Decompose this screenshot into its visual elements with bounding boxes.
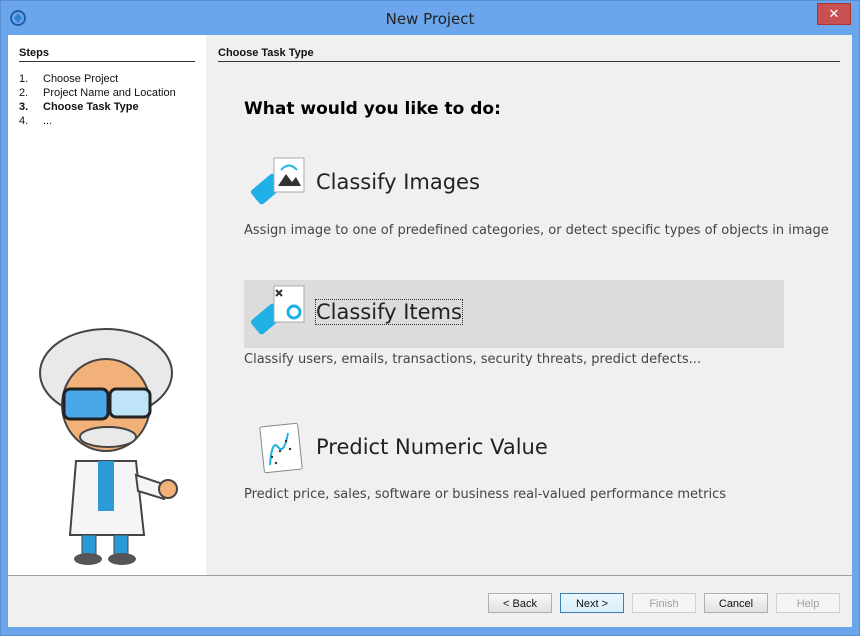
title-bar[interactable]: New Project ✕ (1, 1, 859, 35)
option-label: Classify Items (315, 299, 463, 325)
image-icon (250, 157, 305, 205)
option-classify-images[interactable]: Classify Images (244, 150, 784, 218)
help-button[interactable]: Help (776, 593, 840, 613)
option-predict-numeric-value[interactable]: Predict Numeric Value (244, 415, 784, 483)
finish-button[interactable]: Finish (632, 593, 696, 613)
option-label: Classify Images (316, 170, 480, 194)
step-item: 2. Project Name and Location (19, 87, 176, 99)
steps-header: Steps (19, 47, 195, 62)
main-panel: Choose Task Type What would you like to … (206, 35, 852, 575)
next-button[interactable]: Next > (560, 593, 624, 613)
option-description: Predict price, sales, software or busine… (244, 487, 726, 502)
option-classify-items[interactable]: Classify Items (244, 280, 784, 348)
close-button[interactable]: ✕ (817, 3, 851, 25)
new-project-window: New Project ✕ Steps 1. Choose Project 2. P… (0, 0, 860, 636)
chart-icon (259, 422, 303, 474)
step-item-current: 3. Choose Task Type (19, 101, 139, 113)
page-question: What would you like to do: (244, 99, 501, 119)
option-description: Classify users, emails, transactions, se… (244, 352, 702, 367)
scientist-mascot-illustration (39, 328, 178, 565)
step-item: 4.... (19, 115, 53, 127)
cancel-button[interactable]: Cancel (704, 593, 768, 613)
classify-items-icon (250, 285, 305, 335)
option-label: Predict Numeric Value (316, 435, 548, 459)
steps-panel: Steps 1. Choose Project 2. Project Name an… (8, 35, 206, 575)
button-bar-divider (8, 575, 852, 576)
back-button[interactable]: < Back (488, 593, 552, 613)
wizard-client-area: Steps 1. Choose Project 2. Project Name an… (8, 35, 852, 627)
window-title: New Project (385, 10, 475, 28)
option-description: Assign image to one of predefined catego… (244, 223, 829, 238)
step-item: 1. Choose Project (19, 73, 119, 85)
section-header: Choose Task Type (218, 47, 840, 62)
